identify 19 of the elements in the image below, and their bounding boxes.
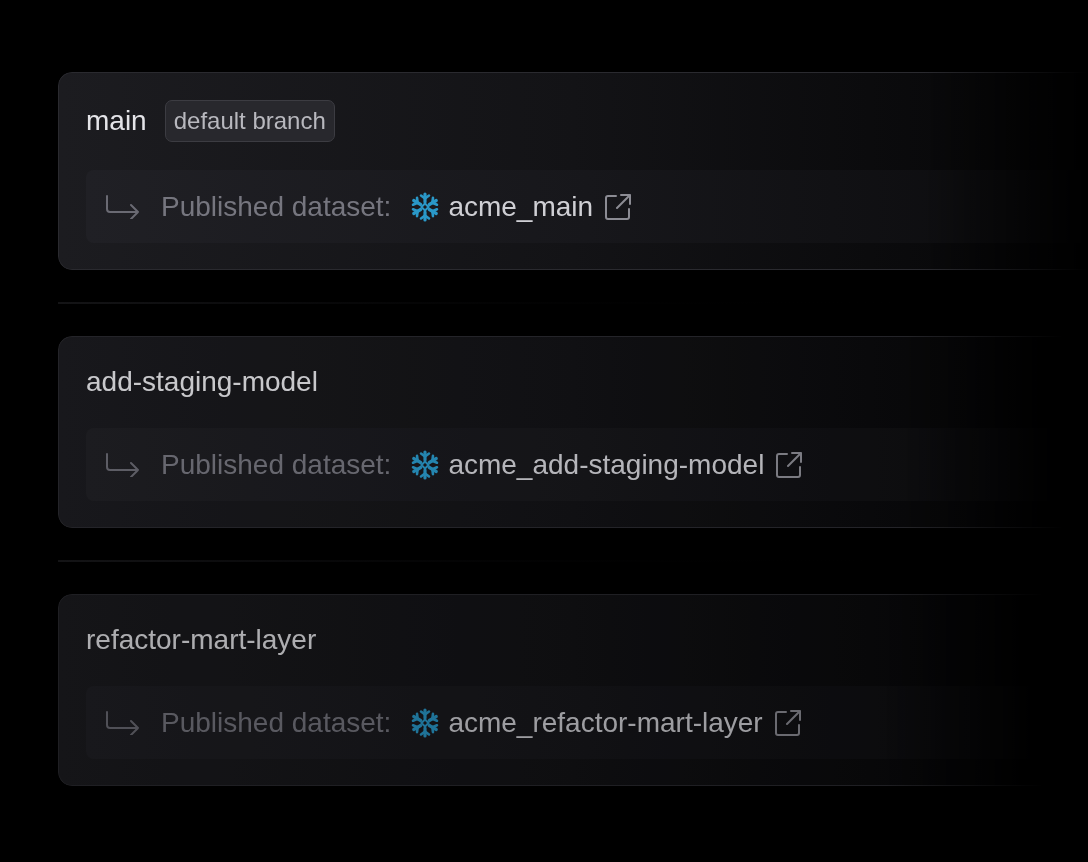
published-dataset-label: Published dataset: xyxy=(161,705,392,740)
published-dataset-label: Published dataset: xyxy=(161,189,392,224)
branch-name: add-staging-model xyxy=(86,365,318,399)
dataset-name: acme_add-staging-model xyxy=(448,447,765,482)
corner-down-right-arrow-icon xyxy=(105,710,141,735)
snowflake-icon xyxy=(410,449,441,480)
external-link-icon[interactable] xyxy=(776,451,803,478)
snowflake-icon xyxy=(410,191,441,222)
external-link-icon[interactable] xyxy=(774,709,801,736)
default-branch-badge: default branch xyxy=(164,100,335,142)
dataset-name: acme_main xyxy=(448,189,594,224)
snowflake-icon xyxy=(410,707,441,738)
published-dataset-label: Published dataset: xyxy=(161,447,392,482)
corner-down-right-arrow-icon xyxy=(105,452,141,477)
branch-name: refactor-mart-layer xyxy=(86,623,317,657)
corner-down-right-arrow-icon xyxy=(105,194,141,219)
external-link-icon[interactable] xyxy=(605,193,632,220)
branch-name: main xyxy=(86,104,147,138)
dataset-name: acme_refactor-mart-layer xyxy=(448,705,763,740)
